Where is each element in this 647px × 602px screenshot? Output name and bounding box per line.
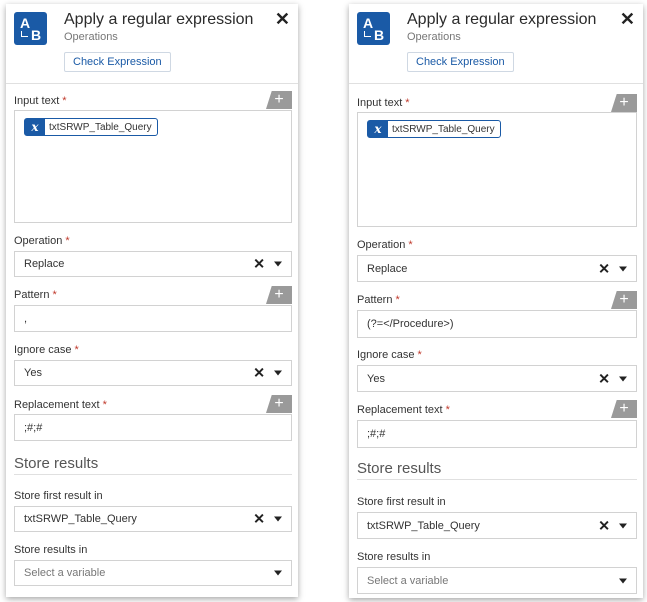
pattern-value: (?=</Procedure>) [367,318,454,330]
store-first-dropdown[interactable]: txtSRWP_Table_Query ✕ [357,512,637,539]
chevron-down-icon[interactable] [619,376,627,381]
clear-icon[interactable]: ✕ [253,511,265,528]
panel-header: A B Apply a regular expression Operation… [349,4,643,84]
store-results-placeholder: Select a variable [367,574,449,587]
store-first-value: txtSRWP_Table_Query [367,519,480,532]
icon-letter-b: B [374,27,385,43]
ignore-case-dropdown[interactable]: Yes ✕ [14,360,292,386]
ignore-case-value: Yes [367,372,385,385]
add-replacement-plus-icon[interactable]: + [611,400,637,418]
input-text-field[interactable]: x txtSRWP_Table_Query [357,112,637,227]
ignore-case-value: Yes [24,367,42,379]
panel-header: A B Apply a regular expression Operation… [6,4,298,84]
add-pattern-plus-icon[interactable]: + [611,291,637,309]
store-results-placeholder: Select a variable [24,567,106,579]
clear-icon[interactable]: ✕ [598,370,610,387]
chevron-down-icon[interactable] [274,570,282,576]
regex-action-panel-right: A B Apply a regular expression Operation… [349,4,643,598]
store-results-in-dropdown[interactable]: Select a variable [357,567,637,594]
icon-letter-b: B [31,27,42,43]
panel-subtitle: Operations [407,31,461,43]
input-text-label: Input text * [14,95,67,107]
replacement-value: ;#;# [367,428,386,440]
operation-dropdown[interactable]: Replace ✕ [14,251,292,277]
chevron-down-icon[interactable] [619,523,627,528]
variable-chip[interactable]: x txtSRWP_Table_Query [24,118,158,136]
regex-app-icon: A B [14,12,47,45]
clear-icon[interactable]: ✕ [253,365,265,382]
add-replacement-plus-icon[interactable]: + [266,395,292,413]
operation-value: Replace [367,262,408,275]
store-first-dropdown[interactable]: txtSRWP_Table_Query ✕ [14,506,292,532]
close-icon[interactable]: ✕ [620,10,635,28]
ignore-case-label: Ignore case * [357,349,422,361]
store-results-in-dropdown[interactable]: Select a variable [14,560,292,586]
pattern-label: Pattern * [14,289,57,301]
store-results-in-label: Store results in [357,551,431,563]
chevron-down-icon[interactable] [619,578,627,583]
section-divider [357,479,637,480]
pattern-field[interactable]: (?=</Procedure>) [357,310,637,338]
ignore-case-dropdown[interactable]: Yes ✕ [357,365,637,392]
check-expression-button[interactable]: Check Expression [407,52,514,72]
clear-icon[interactable]: ✕ [598,517,610,534]
ignore-case-label: Ignore case * [14,344,79,356]
replacement-text-label: Replacement text * [357,404,450,416]
pattern-value: , [24,312,28,325]
section-divider [14,474,292,475]
icon-arrow [364,31,371,37]
variable-x-icon: x [25,119,45,135]
store-first-label: Store first result in [357,496,446,508]
replacement-text-field[interactable]: ;#;# [357,420,637,448]
operation-value: Replace [24,258,65,270]
pattern-label: Pattern * [357,294,400,306]
icon-letter-a: A [363,15,374,31]
regex-action-panel-left: A B Apply a regular expression Operation… [6,4,298,597]
chevron-down-icon[interactable] [619,266,627,271]
chevron-down-icon[interactable] [274,370,282,376]
variable-chip[interactable]: x txtSRWP_Table_Query [367,120,501,138]
variable-chip-label: txtSRWP_Table_Query [49,121,152,133]
store-first-value: txtSRWP_Table_Query [24,513,137,525]
input-text-field[interactable]: x txtSRWP_Table_Query [14,110,292,223]
operation-dropdown[interactable]: Replace ✕ [357,255,637,282]
regex-app-icon: A B [357,12,390,45]
replacement-text-label: Replacement text * [14,399,107,411]
clear-icon[interactable]: ✕ [253,256,265,273]
store-first-label: Store first result in [14,490,103,502]
add-input-plus-icon[interactable]: + [611,94,637,112]
add-input-plus-icon[interactable]: + [266,91,292,109]
chevron-down-icon[interactable] [274,516,282,522]
pattern-field[interactable]: , [14,305,292,332]
clear-icon[interactable]: ✕ [598,260,610,277]
variable-chip-label: txtSRWP_Table_Query [392,123,495,135]
replacement-value: ;#;# [24,421,43,434]
store-results-in-label: Store results in [14,544,88,556]
icon-letter-a: A [20,15,31,31]
icon-arrow [21,31,28,37]
input-text-label: Input text * [357,97,410,109]
add-pattern-plus-icon[interactable]: + [266,286,292,304]
chevron-down-icon[interactable] [274,261,282,267]
panel-title: Apply a regular expression [64,11,254,28]
store-results-heading: Store results [357,460,442,477]
store-results-heading: Store results [14,455,99,472]
close-icon[interactable]: ✕ [275,10,290,28]
operation-label: Operation * [357,239,413,251]
check-expression-button[interactable]: Check Expression [64,52,171,72]
variable-x-icon: x [368,121,388,137]
replacement-text-field[interactable]: ;#;# [14,414,292,441]
operation-label: Operation * [14,235,70,247]
panel-title: Apply a regular expression [407,11,597,28]
panel-subtitle: Operations [64,31,118,43]
